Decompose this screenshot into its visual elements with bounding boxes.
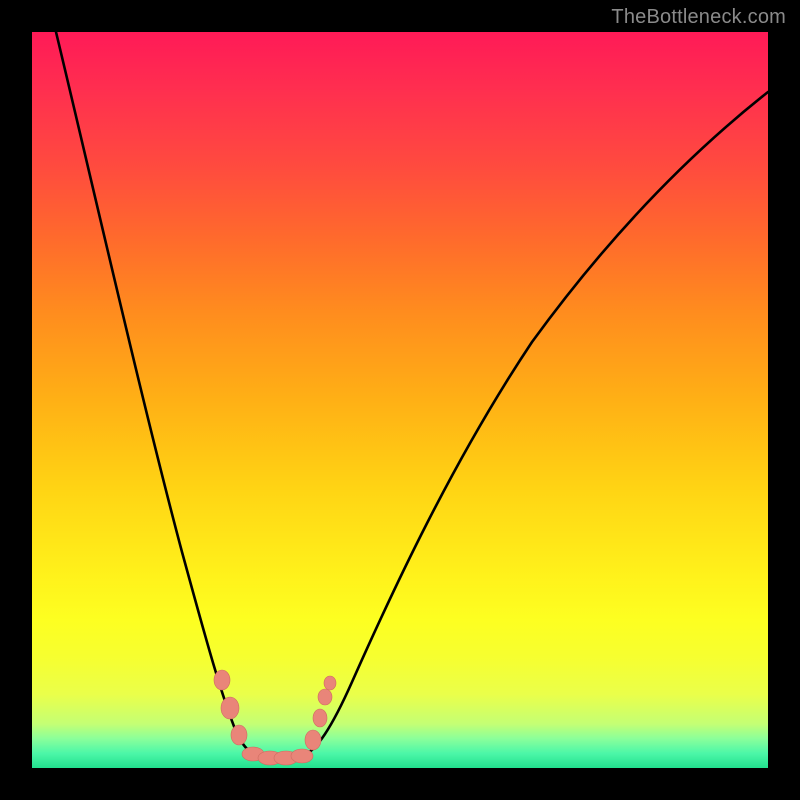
chart-frame: TheBottleneck.com (0, 0, 800, 800)
curve-layer (32, 32, 768, 768)
watermark-text: TheBottleneck.com (611, 6, 786, 29)
curve-right-arm (302, 92, 768, 756)
trough-dots (214, 670, 336, 765)
curve-left-arm (56, 32, 264, 757)
plot-area (32, 32, 768, 768)
